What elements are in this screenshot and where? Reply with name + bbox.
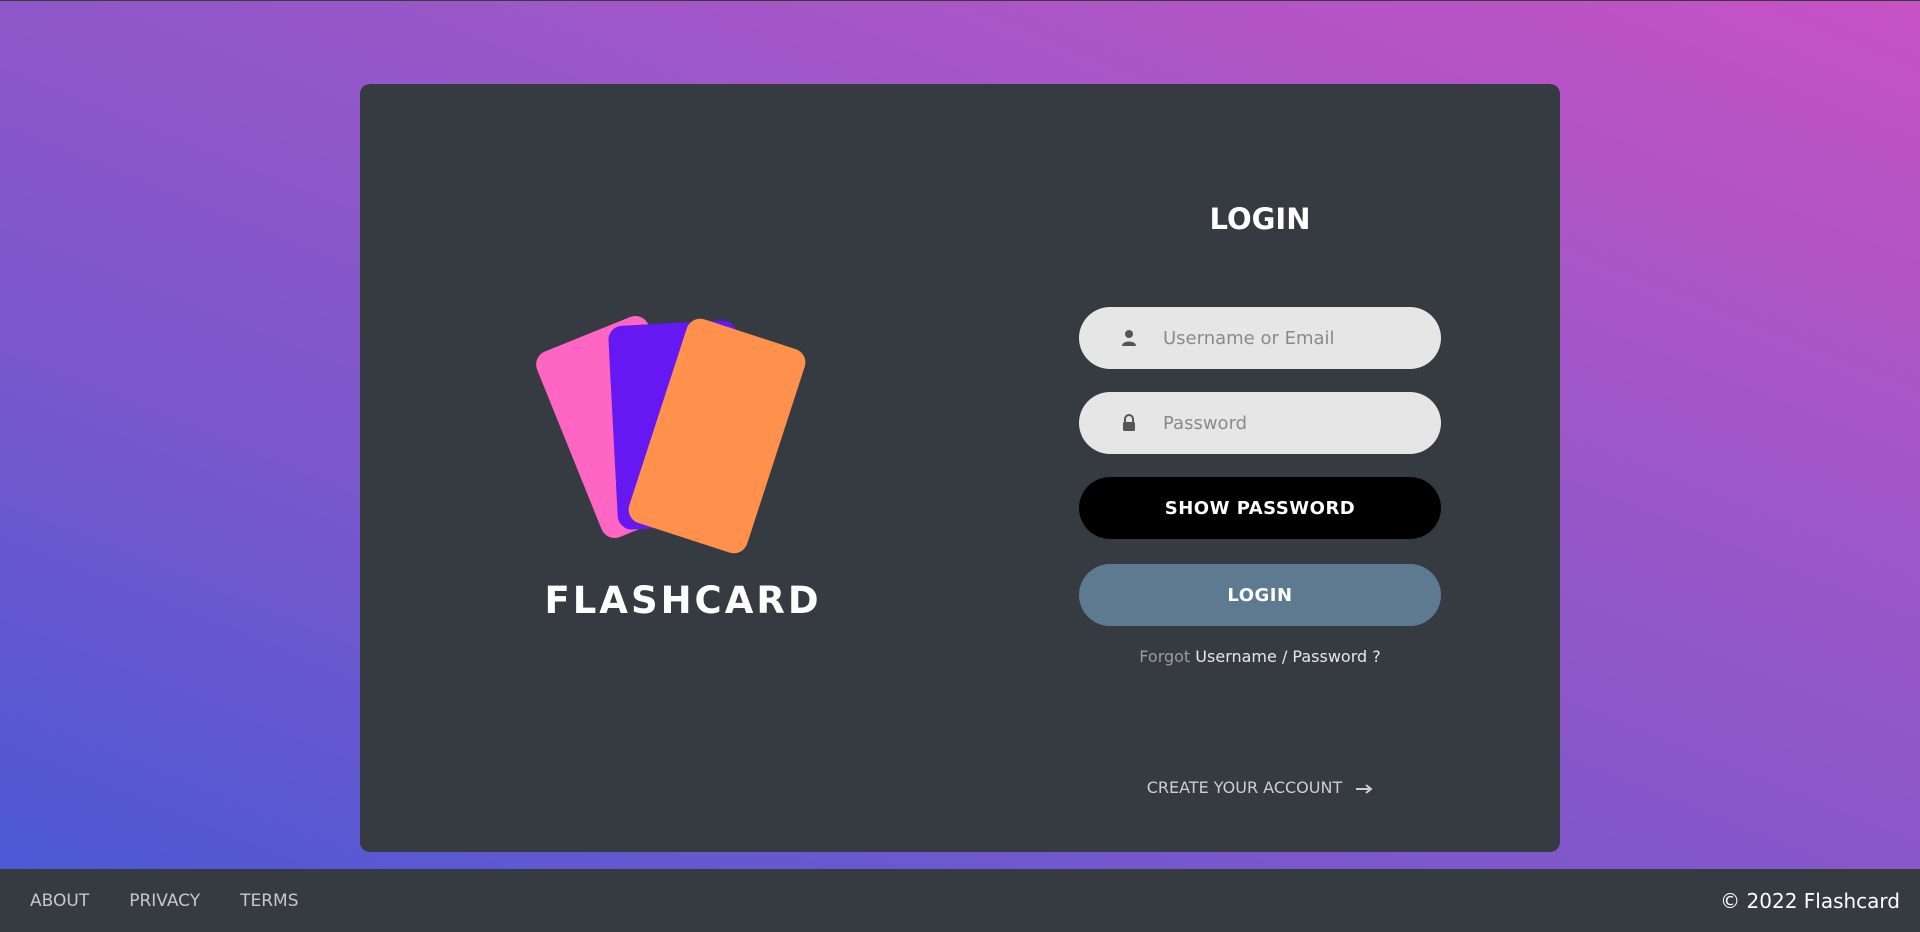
create-account: CREATE YOUR ACCOUNT	[1079, 778, 1441, 797]
footer-link-about[interactable]: ABOUT	[30, 891, 89, 911]
footer-link-privacy[interactable]: PRIVACY	[129, 891, 200, 911]
password-input[interactable]	[1163, 392, 1423, 454]
login-card: FLASHCARD LOGIN SHOW PASSWORD LOGIN Forg…	[360, 84, 1560, 852]
create-account-link[interactable]: CREATE YOUR ACCOUNT	[1147, 778, 1374, 797]
password-field[interactable]	[1079, 392, 1441, 454]
login-form: LOGIN SHOW PASSWORD LOGIN Forgot Usernam…	[1079, 84, 1441, 852]
brand-logo: FLASHCARD	[523, 299, 843, 629]
arrow-right-icon	[1356, 783, 1373, 794]
top-border	[0, 0, 1920, 1]
page-footer: ABOUT PRIVACY TERMS © 2022 Flashcard	[0, 869, 1920, 932]
brand-name: FLASHCARD	[544, 579, 822, 622]
login-button[interactable]: LOGIN	[1079, 564, 1441, 626]
forgot-credentials: Forgot Username / Password ?	[1079, 647, 1441, 666]
user-icon	[1122, 330, 1136, 346]
show-password-button[interactable]: SHOW PASSWORD	[1079, 477, 1441, 539]
flashcard-logo-icon	[536, 316, 806, 554]
username-field[interactable]	[1079, 307, 1441, 369]
lock-icon	[1123, 414, 1135, 431]
footer-link-terms[interactable]: TERMS	[240, 891, 298, 911]
forgot-prefix: Forgot	[1139, 647, 1191, 666]
copyright-text: © 2022 Flashcard	[1720, 888, 1900, 913]
forgot-credentials-link[interactable]: Username / Password ?	[1195, 647, 1380, 666]
create-account-label: CREATE YOUR ACCOUNT	[1146, 778, 1343, 797]
login-title: LOGIN	[1209, 202, 1311, 236]
footer-nav: ABOUT PRIVACY TERMS	[30, 869, 339, 932]
username-input[interactable]	[1163, 307, 1423, 369]
